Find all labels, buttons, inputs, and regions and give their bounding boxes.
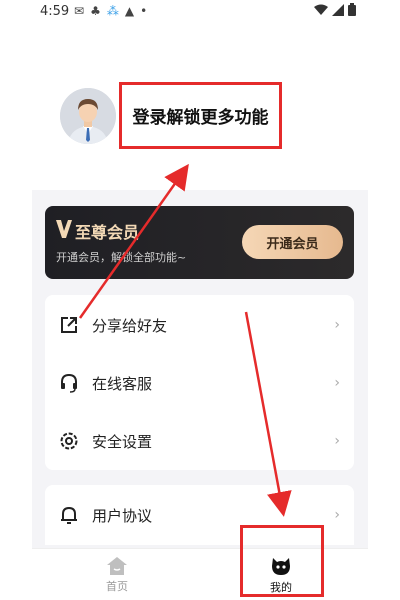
- menu-item-label: 在线客服: [92, 374, 153, 393]
- menu-item-label: 分享给好友: [92, 316, 168, 335]
- vip-title: 至尊会员: [75, 223, 140, 242]
- warning-icon: ▲: [124, 4, 135, 18]
- chevron-right-icon: ›: [334, 507, 340, 523]
- app-icon: ⁂: [106, 4, 119, 18]
- open-vip-button[interactable]: 开通会员: [242, 225, 343, 259]
- app-icon: ♣: [90, 4, 101, 18]
- mine-tab-highlight: [240, 525, 324, 597]
- vip-card[interactable]: 至尊会员 开通会员，解锁全部功能~ 开通会员: [45, 206, 354, 279]
- headset-icon: [61, 373, 77, 393]
- menu-card: 分享给好友 › 在线客服 › 安全设置 ›: [45, 295, 354, 470]
- chevron-right-icon: ›: [334, 375, 340, 391]
- signal-icon: [332, 3, 344, 16]
- menu-item-label: 用户协议: [92, 506, 153, 525]
- settings-icon: [60, 432, 78, 450]
- home-icon: [107, 556, 127, 575]
- menu-item-security[interactable]: 安全设置 ›: [45, 412, 354, 470]
- vip-v-icon: [56, 220, 72, 238]
- status-icons-right: [314, 3, 356, 16]
- bell-icon: [61, 506, 77, 524]
- mail-icon: ✉: [74, 4, 85, 18]
- chevron-right-icon: ›: [334, 433, 340, 449]
- avatar[interactable]: [60, 88, 116, 144]
- wifi-icon: [314, 4, 328, 15]
- chevron-right-icon: ›: [334, 317, 340, 333]
- login-prompt-highlight[interactable]: 登录解锁更多功能: [119, 82, 282, 149]
- menu-item-support[interactable]: 在线客服 ›: [45, 354, 354, 412]
- avatar-person-icon: [60, 88, 116, 144]
- dot-icon: •: [140, 4, 148, 18]
- menu-item-label: 安全设置: [92, 432, 153, 451]
- vip-subtitle: 开通会员，解锁全部功能~: [56, 251, 187, 264]
- status-time: 4:59: [40, 4, 70, 19]
- battery-icon: [348, 3, 356, 16]
- status-icons-left: ✉ ♣ ⁂ ▲ •: [74, 4, 147, 18]
- tab-home[interactable]: 首页: [82, 549, 152, 600]
- share-icon: [61, 317, 77, 333]
- status-bar: 4:59 ✉ ♣ ⁂ ▲ •: [0, 0, 400, 26]
- menu-item-share[interactable]: 分享给好友 ›: [45, 296, 354, 354]
- login-prompt-text[interactable]: 登录解锁更多功能: [133, 103, 269, 128]
- tab-home-label: 首页: [106, 579, 128, 593]
